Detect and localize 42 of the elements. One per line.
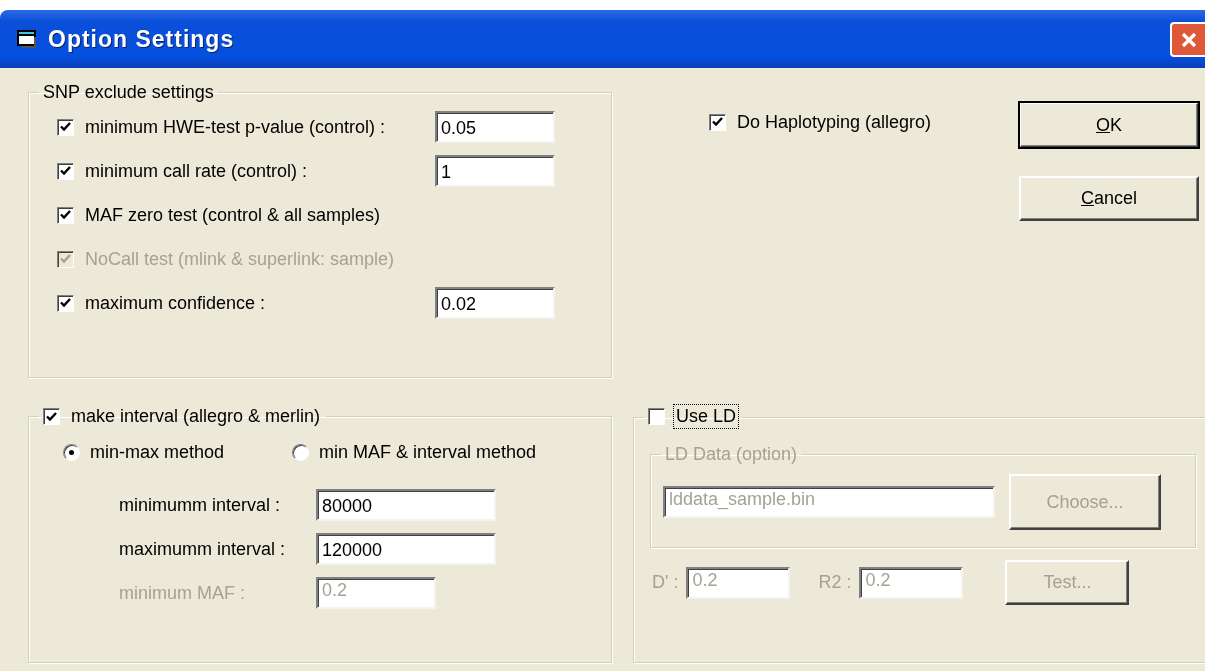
checkbox-label: Use LD <box>674 405 739 428</box>
checkbox[interactable] <box>57 206 74 224</box>
group-title: SNP exclude settings <box>43 82 214 102</box>
radio-label: min MAF & interval method <box>319 442 537 463</box>
radio-button[interactable] <box>292 444 310 461</box>
check-icon <box>60 254 71 264</box>
radio-label: min-max method <box>90 442 225 463</box>
radio-button[interactable] <box>63 444 80 461</box>
check-icon <box>60 166 71 176</box>
text-field[interactable]: 80000 <box>316 489 496 521</box>
checkbox[interactable] <box>57 294 74 312</box>
text-field[interactable]: 1 <box>435 155 555 187</box>
field-label: R2 : <box>817 572 853 593</box>
check-icon <box>60 122 71 132</box>
field-label: D' : <box>651 572 680 593</box>
checkbox-label: MAF zero test (control & all samples) <box>84 203 382 227</box>
text-field[interactable]: 0.05 <box>435 111 555 143</box>
text-field[interactable]: 120000 <box>316 533 496 565</box>
checkbox[interactable] <box>43 408 60 425</box>
close-icon[interactable] <box>1170 22 1205 57</box>
check-icon <box>712 117 723 127</box>
checkbox[interactable] <box>57 118 74 136</box>
checkbox-label: minimum call rate (control) : <box>84 159 309 183</box>
field-label: minimum MAF : <box>119 582 246 604</box>
text-field[interactable]: 0.02 <box>435 287 555 319</box>
checkbox-label: minimum HWE-test p-value (control) : <box>84 115 387 139</box>
dialog-button[interactable]: OK <box>1019 102 1199 148</box>
dialog-button[interactable]: Cancel <box>1019 176 1199 221</box>
checkbox-label: NoCall test (mlink & superlink: sample) <box>84 247 396 271</box>
group-title: LD Data (option) <box>665 444 798 464</box>
checkbox-label: make interval (allegro & merlin) <box>70 405 322 428</box>
field-label: maximumm interval : <box>119 538 287 560</box>
field-label: minimumm interval : <box>119 494 282 516</box>
check-icon <box>46 411 57 422</box>
check-icon <box>60 210 71 220</box>
window-icon <box>16 29 38 49</box>
checkbox[interactable] <box>57 162 74 180</box>
check-icon <box>60 298 71 308</box>
checkbox[interactable] <box>709 113 726 131</box>
checkbox-label: Do Haplotyping (allegro) <box>736 110 933 134</box>
checkbox-label: maximum confidence : <box>84 291 267 315</box>
window-title: Option Settings <box>48 25 235 53</box>
